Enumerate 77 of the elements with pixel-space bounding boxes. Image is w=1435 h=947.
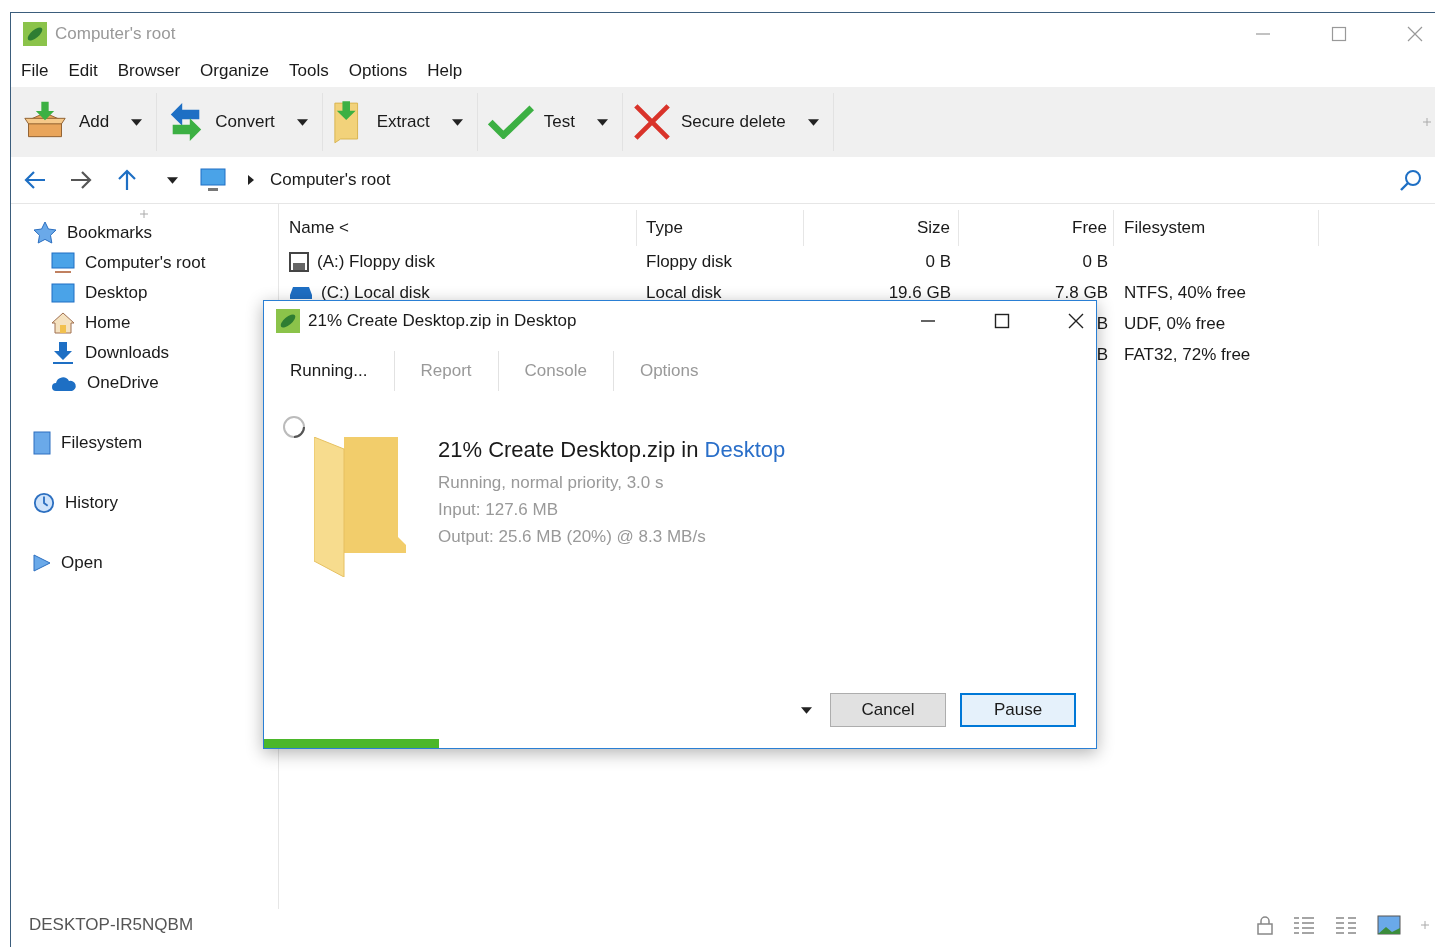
sidebar-item[interactable]: Bookmarks (33, 218, 278, 248)
dropdown-arrow-icon[interactable] (801, 706, 812, 714)
table-cell: 19.6 GB (888, 282, 951, 302)
dropdown-arrow-icon[interactable] (596, 118, 608, 126)
dialog-button[interactable]: Cancel (830, 693, 946, 727)
sidebar-item[interactable]: Open (33, 548, 278, 578)
table-cell: Local disk (646, 282, 722, 302)
menu-item[interactable]: Tools (289, 61, 329, 81)
app-logo-icon (276, 309, 300, 333)
table-cell: FAT32, 72% free (1124, 344, 1251, 364)
dropdown-arrow-icon[interactable] (296, 118, 308, 126)
sidebar-item[interactable]: Desktop (33, 278, 278, 308)
computer-name: DESKTOP-IR5NQBM (29, 915, 194, 935)
table-cell: 0 B (925, 251, 951, 271)
cloud-icon (51, 374, 77, 392)
table-cell: Floppy disk (646, 251, 732, 271)
maximize-icon[interactable] (994, 313, 1010, 329)
menu-item[interactable]: Organize (200, 61, 270, 81)
tab[interactable]: Running... (274, 351, 395, 391)
task-detail: Output: 25.6 MB (20%) @ 8.3 MB/s (438, 526, 707, 548)
sidebar-item[interactable]: Home (33, 308, 278, 338)
dropdown-arrow-icon[interactable] (167, 176, 178, 184)
menu-item[interactable]: Edit (68, 61, 98, 81)
menu-item[interactable]: File (21, 61, 49, 81)
search-icon[interactable] (1399, 168, 1423, 192)
sidebar-item[interactable]: Filesystem (33, 428, 278, 458)
dropdown-arrow-icon[interactable] (451, 118, 463, 126)
column-header[interactable]: Size (804, 210, 959, 246)
table-cell: (C:) Local disk (321, 282, 430, 303)
screen-icon (51, 283, 75, 303)
table-cell: B (1096, 344, 1108, 364)
task-heading: 21% Create Desktop.zip in Desktop (438, 437, 786, 463)
column-header[interactable]: Filesystem (1114, 210, 1319, 246)
toolbar-button[interactable]: Test (487, 105, 575, 139)
star-icon (33, 221, 57, 245)
table-cell: UDF, 0% free (1124, 313, 1226, 333)
menu-item[interactable]: Options (348, 61, 408, 81)
breadcrumb-item[interactable]: Computer's root (270, 170, 391, 190)
play-icon (33, 554, 51, 572)
bookmark-icon (33, 431, 51, 455)
menu-item[interactable]: Help (427, 61, 463, 81)
column-header[interactable]: Name < (279, 210, 637, 246)
window-title: Computer's root (55, 24, 176, 44)
sidebar-item[interactable]: Computer's root (33, 248, 278, 278)
lock-icon[interactable] (1257, 915, 1273, 935)
home-icon (51, 311, 75, 335)
table-cell: (A:) Floppy disk (317, 251, 436, 272)
dropdown-arrow-icon[interactable] (807, 118, 819, 126)
menu-item[interactable]: Browser (117, 61, 181, 81)
monitor-icon[interactable] (200, 168, 226, 192)
toolbar-button[interactable]: Secure delete (632, 103, 786, 141)
spinner-icon (282, 415, 306, 439)
sidebar-item[interactable]: History (33, 488, 278, 518)
close-icon[interactable] (1068, 313, 1084, 329)
dropdown-arrow-icon[interactable] (131, 118, 143, 126)
check-icon (487, 105, 534, 139)
folder-link[interactable]: Desktop (704, 437, 786, 462)
dialog-button[interactable]: Pause (960, 693, 1076, 727)
table-cell: B (1096, 313, 1108, 333)
column-header[interactable]: Free (959, 210, 1114, 246)
toolbar-button[interactable]: Convert (167, 100, 275, 144)
column-header[interactable]: Type (637, 210, 804, 246)
monitor-icon (51, 252, 75, 274)
toolbar-button[interactable]: Extract (332, 98, 430, 146)
table-cell: 7.8 GB (1055, 282, 1108, 302)
folder-icon (314, 437, 406, 577)
cross-icon (632, 103, 671, 141)
app-logo-icon (23, 22, 47, 46)
clock-icon (33, 492, 55, 514)
download-icon (51, 341, 75, 365)
task-detail: Input: 127.6 MB (438, 499, 560, 521)
dialog-title: 21% Create Desktop.zip in Desktop (308, 311, 577, 331)
task-detail: Running, normal priority, 3.0 s (438, 472, 665, 494)
table-cell: NTFS, 40% free (1124, 282, 1246, 302)
chevron-right-icon[interactable] (248, 175, 254, 185)
table-cell: 0 B (1082, 251, 1108, 271)
toolbar-button[interactable]: Add (21, 100, 110, 144)
